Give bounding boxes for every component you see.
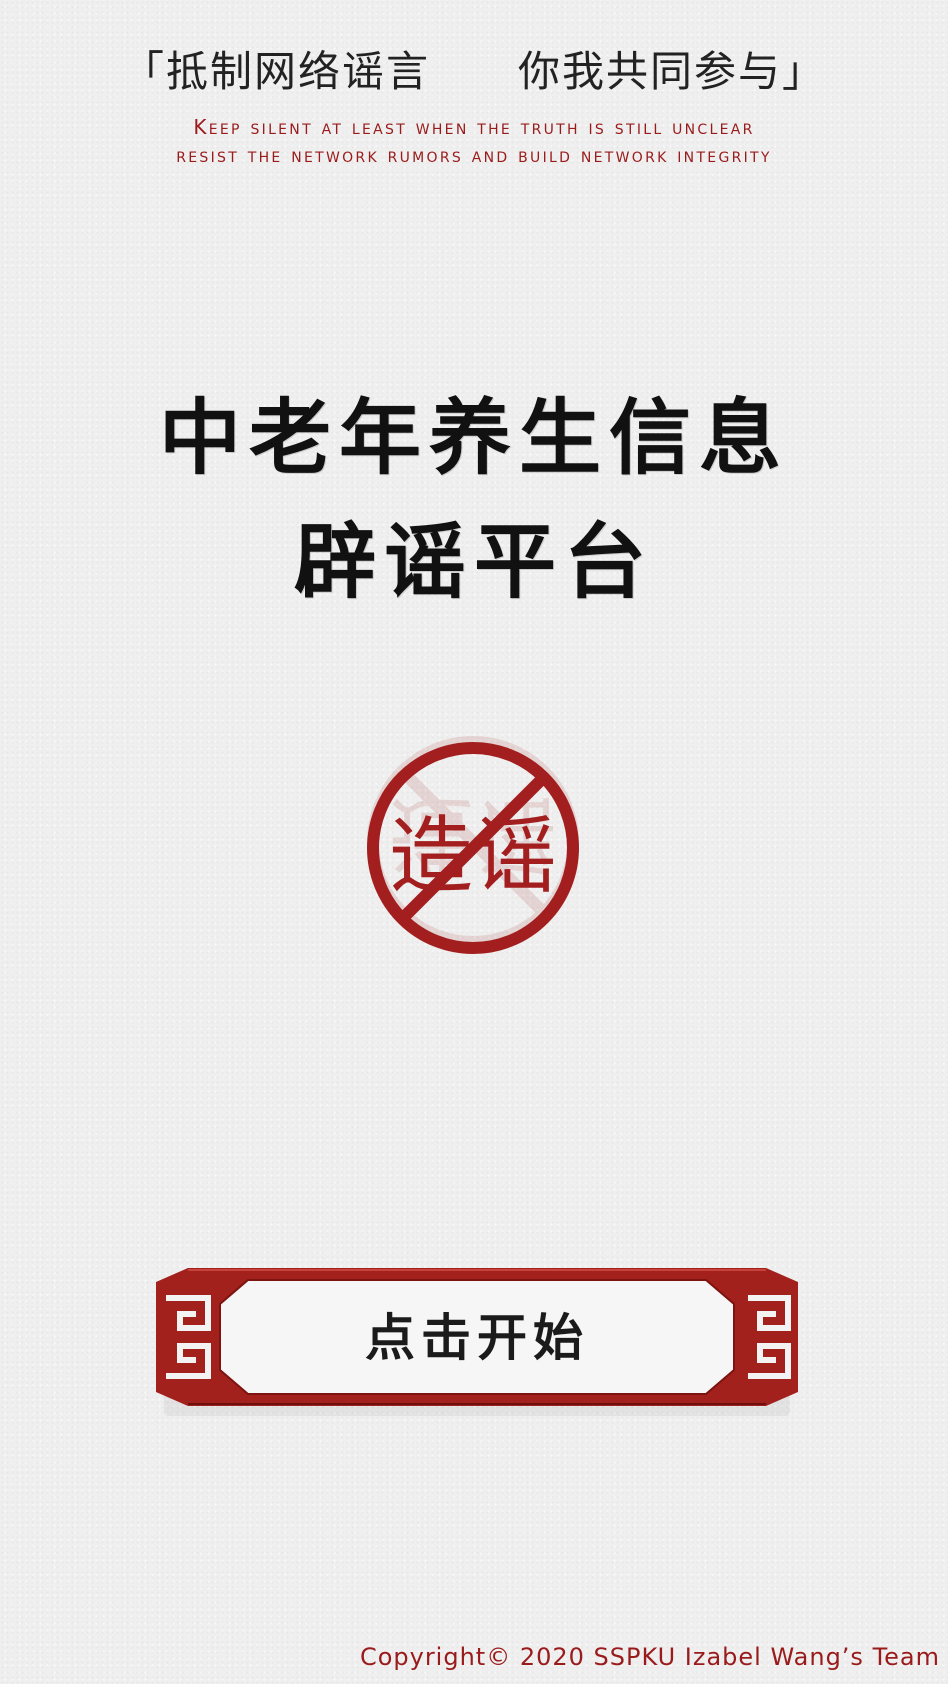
no-rumor-icon: 造谣 造谣 (360, 735, 586, 1085)
slogan-english-line-1: Keep silent at least when the truth is s… (193, 115, 755, 139)
no-rumor-emblem-svg: 造谣 造谣 (367, 736, 579, 954)
start-button[interactable]: 点击开始 (156, 1268, 798, 1420)
slogan-english-line-2: resist the network rumors and build netw… (176, 143, 772, 167)
start-button-label: 点击开始 (365, 1308, 589, 1367)
app-title-line-2: 辟谣平台 (293, 514, 654, 610)
copyright-text: Copyright© 2020 SSPKU Izabel Wang’s Team (359, 1643, 940, 1671)
app-title-line-1: 中老年养生信息 (158, 390, 789, 486)
slogan-text: 「抵制网络谣言 你我共同参与」 (121, 47, 826, 96)
